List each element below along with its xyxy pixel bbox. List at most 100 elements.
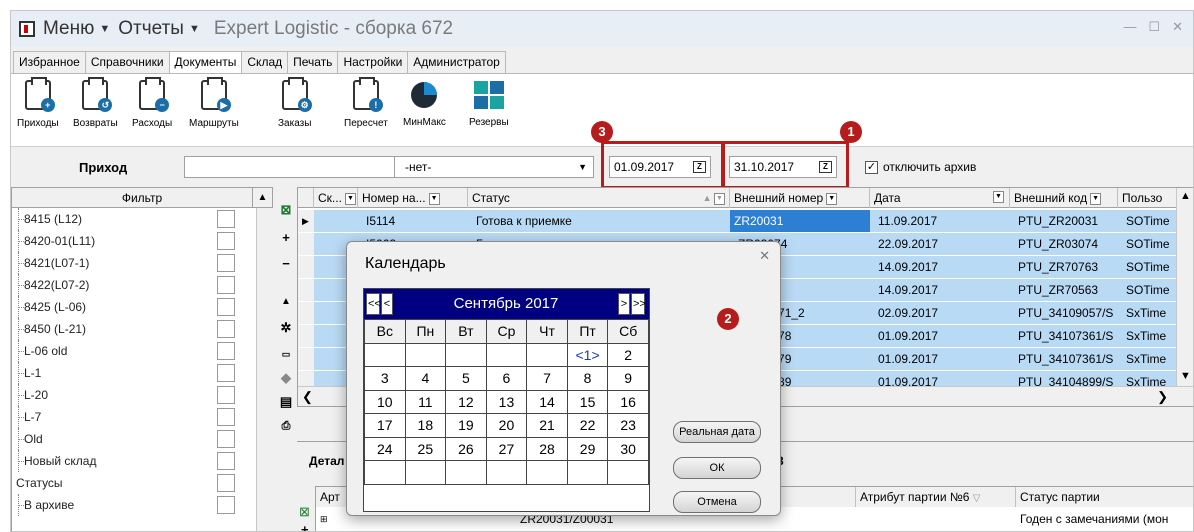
remove-icon[interactable]: − — [279, 257, 293, 271]
tree-checkbox[interactable] — [217, 232, 235, 250]
day-cell[interactable]: 23 — [607, 413, 649, 438]
col-header-ext-number[interactable]: Внешний номер ▼ — [730, 188, 870, 208]
cell-date[interactable]: 01.09.2017 — [874, 325, 1010, 347]
tab-admin[interactable]: Администратор — [407, 51, 506, 73]
cell-date[interactable]: 02.09.2017 — [874, 302, 1010, 324]
returns-button[interactable]: ↺ Возвраты — [73, 77, 118, 129]
day-cell[interactable]: 4 — [404, 366, 447, 391]
cell-ext-code[interactable]: PTU_ZR03074 — [1014, 233, 1118, 255]
next-month-button[interactable]: > — [618, 293, 630, 315]
column-filter-icon[interactable]: ▼ — [1090, 192, 1102, 205]
close-icon[interactable]: ✕ — [1172, 19, 1183, 35]
tree-item[interactable]: 8425 (L-06) — [12, 296, 272, 318]
col-header-store[interactable]: Ск... ▼ — [314, 188, 358, 208]
day-cell[interactable]: 8 — [566, 366, 609, 391]
tab-warehouse[interactable]: Склад — [241, 51, 289, 73]
reports-button[interactable]: Отчеты ▼ — [118, 18, 200, 40]
cell-user[interactable]: SxTime — [1122, 348, 1178, 370]
tree-section-statuses[interactable]: Статусы — [12, 472, 272, 494]
day-cell[interactable]: 22 — [566, 413, 609, 438]
tree-item[interactable]: В архиве — [12, 494, 272, 516]
day-cell[interactable] — [445, 460, 487, 485]
cell-ext-code[interactable]: PTU_34107361/S — [1014, 325, 1118, 347]
tree-checkbox[interactable] — [217, 496, 235, 514]
day-cell[interactable] — [566, 460, 609, 485]
cell-user[interactable]: SOTime — [1122, 233, 1178, 255]
cell-user[interactable]: SxTime — [1122, 371, 1178, 387]
tree-checkbox[interactable] — [217, 386, 235, 404]
tree-item[interactable]: L-20 — [12, 384, 272, 406]
filter-panel-scrollbar[interactable] — [256, 208, 274, 531]
status-select[interactable]: -нет- ▼ — [394, 156, 594, 178]
tree-checkbox[interactable] — [217, 430, 235, 448]
scroll-left-icon[interactable]: ❮ — [302, 389, 313, 405]
scroll-up-icon[interactable]: ▲ — [1180, 190, 1191, 202]
day-cell[interactable] — [485, 342, 528, 367]
tree-checkbox[interactable] — [217, 320, 235, 338]
day-cell[interactable]: 7 — [526, 366, 568, 391]
tree-item[interactable]: L-1 — [12, 362, 272, 384]
day-cell[interactable]: 17 — [364, 413, 406, 438]
cell-ext-number[interactable]: ZR20031 — [730, 210, 870, 232]
cell-user[interactable]: SOTime — [1122, 279, 1178, 301]
tree-item[interactable]: Новый склад — [12, 450, 272, 472]
tab-settings[interactable]: Настройки — [337, 51, 409, 73]
tree-item[interactable]: L-7 — [12, 406, 272, 428]
cell-ext-code[interactable]: PTU_ZR70763 — [1014, 256, 1118, 278]
day-cell[interactable] — [607, 460, 649, 485]
settings-icon[interactable]: ✲ — [279, 321, 293, 335]
day-cell[interactable] — [364, 342, 406, 367]
day-cell[interactable] — [404, 460, 447, 485]
cell-date[interactable]: 22.09.2017 — [874, 233, 1010, 255]
eraser-icon[interactable]: ◆ — [279, 371, 293, 385]
detail-cell-status[interactable]: Годен с замечаниями (мон — [1016, 509, 1193, 529]
day-cell[interactable]: 6 — [485, 366, 528, 391]
orders-button[interactable]: ⚙ Заказы — [278, 77, 312, 129]
cancel-button[interactable]: Отмена — [673, 491, 761, 513]
scroll-right-icon[interactable]: ❯ — [1157, 389, 1168, 405]
tree-item[interactable]: 8422(L07-2) — [12, 274, 272, 296]
reserves-button[interactable]: Резервы — [469, 80, 509, 128]
cell-user[interactable]: SxTime — [1122, 302, 1178, 324]
grid-vertical-scrollbar[interactable]: ▲ ▼ — [1176, 188, 1193, 406]
tree-checkbox[interactable] — [217, 364, 235, 382]
tree-checkbox[interactable] — [217, 408, 235, 426]
day-cell[interactable]: 15 — [566, 389, 609, 414]
prev-month-button[interactable]: < — [381, 293, 393, 315]
tree-checkbox[interactable] — [217, 210, 235, 228]
tree-checkbox[interactable] — [217, 474, 235, 492]
tab-directories[interactable]: Справочники — [84, 51, 170, 73]
day-cell[interactable] — [445, 342, 487, 367]
tab-print[interactable]: Печать — [287, 51, 339, 73]
day-cell[interactable]: 5 — [445, 366, 487, 391]
day-cell[interactable] — [526, 342, 568, 367]
print-settings-icon[interactable]: ⎙ — [279, 419, 293, 433]
keyboard-icon[interactable]: ▭ — [279, 347, 293, 361]
day-cell[interactable]: 18 — [404, 413, 447, 438]
column-filter-icon[interactable]: ▼ — [993, 191, 1004, 203]
tree-item[interactable]: Old — [12, 428, 272, 450]
tree-checkbox[interactable] — [217, 298, 235, 316]
day-cell[interactable]: 28 — [526, 436, 568, 461]
column-filter-icon[interactable]: ▼ — [428, 192, 440, 205]
day-cell[interactable]: 10 — [364, 389, 406, 414]
cell-user[interactable]: SxTime — [1122, 325, 1178, 347]
routes-button[interactable]: ▶ Маршруты — [189, 77, 239, 129]
tree-item[interactable]: 8415 (L12) — [12, 208, 272, 230]
outgoing-button[interactable]: − Расходы — [132, 77, 172, 129]
document-icon[interactable]: ▤ — [279, 395, 293, 409]
tree-item[interactable]: L-06 old — [12, 340, 272, 362]
tree-checkbox[interactable] — [217, 342, 235, 360]
real-date-button[interactable]: Реальная дата — [673, 421, 761, 443]
day-cell[interactable] — [364, 460, 406, 485]
day-cell[interactable]: 27 — [485, 436, 528, 461]
tree-checkbox[interactable] — [217, 452, 235, 470]
recount-button[interactable]: ! Пересчет — [344, 77, 388, 129]
day-cell[interactable]: 3 — [364, 366, 406, 391]
cell-date[interactable]: 01.09.2017 — [874, 348, 1010, 370]
day-cell[interactable]: 26 — [445, 436, 487, 461]
doc-search-input[interactable] — [184, 156, 394, 178]
cell-ext-code[interactable]: PTU_34107361/S — [1014, 348, 1118, 370]
cell-date[interactable]: 14.09.2017 — [874, 279, 1010, 301]
cell-ext-code[interactable]: PTU_ZR20031 — [1014, 210, 1118, 232]
